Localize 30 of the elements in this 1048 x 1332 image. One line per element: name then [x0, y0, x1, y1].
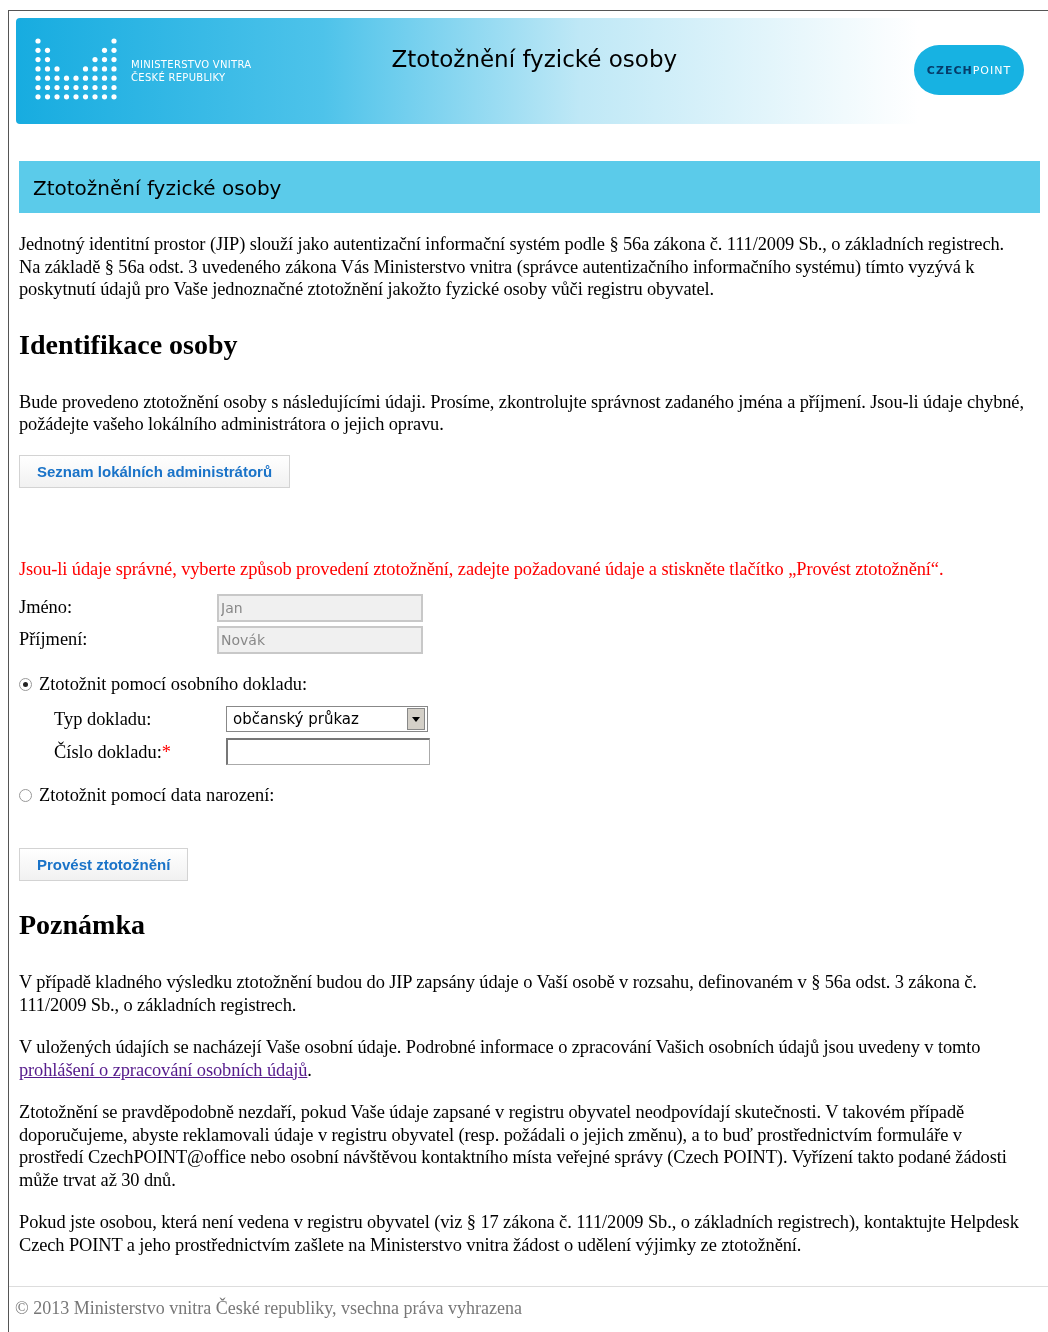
page-title: Ztotožnění fyzické osoby [19, 161, 1040, 213]
field-label: Typ dokladu: [54, 709, 152, 729]
radio-button[interactable] [19, 678, 32, 691]
field-label: Jméno: [19, 596, 74, 619]
radio-button[interactable] [19, 789, 32, 802]
privacy-link[interactable]: prohlášení o zpracování osobních údajů [19, 1059, 308, 1080]
radio-label: Ztotožnit pomocí osobního dokladu: [39, 674, 308, 695]
radio-label: Ztotožnit pomocí data narození: [39, 785, 275, 806]
required-mark: * [161, 741, 171, 762]
admin-list-button[interactable]: Seznam lokálních administrátorů [19, 454, 291, 488]
note-paragraph: V uložených údajích se nacházejí Vaše osobní údaje. Podrobné informace o zpracování Vašich osobních údajů jsou uvedeny v tomto prohlášení o zpracování osobních údajů. [19, 1036, 982, 1081]
section-heading: Poznámka [19, 909, 146, 941]
field-label: Příjmení: [19, 628, 89, 651]
ministry-logo-icon [34, 37, 118, 101]
ministry-name: ČESKÉ REPUBLIKY [131, 71, 227, 84]
banner-title: Ztotožnění fyzické osoby [391, 46, 678, 72]
document-number-field[interactable] [226, 738, 430, 765]
note-paragraph: Ztotožnění se pravděpodobně nezdaří, pokud Vaše údaje zapsané v registru obyvatel neodpovídají skutečnosti. V takovém případě doporučujeme, abyste reklamovali údaje v registru obyvatel (resp. požádali o jejich změnu), a to buď prostřednictvím formuláře v prostředí CzechPOINT@office nebo osobní návštěvou kontaktního místa veřejné správy (Czech POINT). Vyřízení takto podané žádosti může trvat až 30 dnů. [19, 1101, 1008, 1191]
document-type-dropdown[interactable]: občanský průkaz [226, 706, 428, 732]
section-heading: Identifikace osoby [19, 328, 239, 361]
instruction-text: Jsou-li údaje správné, vyberte způsob provedení ztotožnění, zadejte požadované údaje a stiskněte tlačítko „Provést ztotožnění“. [19, 557, 945, 580]
submit-button[interactable]: Provést ztotožnění [19, 848, 189, 881]
field-label: Číslo dokladu: [54, 741, 162, 762]
ministry-name: MINISTERSTVO VNITRA [131, 58, 252, 71]
note-paragraph: V případě kladného výsledku ztotožnění budou do JIP zapsány údaje o Vaší osobě v rozsahu, definovaném v § 56a odst. 3 zákona č. 111/2009 Sb., o základních registrech. [19, 971, 978, 1016]
copyright-text: © 2013 Ministerstvo vnitra České republiky, vsechna práva vyhrazena [9, 1286, 1048, 1319]
intro-paragraph: Jednotný identitní prostor (JIP) slouží jako autentizační informační systém podle § 56a zákona č. 111/2009 Sb., o základních registrech. Na základě § 56a odst. 3 uvedeného zákona Vás Ministerstvo vnitra (správce autentizačního informačního systému) tímto vyzývá k poskytnutí údajů pro Vaše jednoznačné ztotožnění jakožto fyzické osoby vůči registru obyvatel. [19, 233, 1006, 301]
info-paragraph: Bude provedeno ztotožnění osoby s následujícími údaji. Prosíme, zkontrolujte správnost zadaného jména a příjmení. Jsou-li údaje chybné, požádejte vašeho lokálního administrátora o jejich opravu. [19, 390, 1024, 436]
note-paragraph: Pokud jste osobou, která není vedena v registru obyvatel (viz § 17 zákona č. 111/2009 Sb., o základních registrech), kontaktujte Helpdesk Czech POINT a jeho prostřednictvím zašlete na Ministerstvo vnitra žádost o udělení výjimky ze ztotožnění. [19, 1211, 1020, 1256]
czechpoint-logo: CZECHPOINT [914, 45, 1024, 95]
